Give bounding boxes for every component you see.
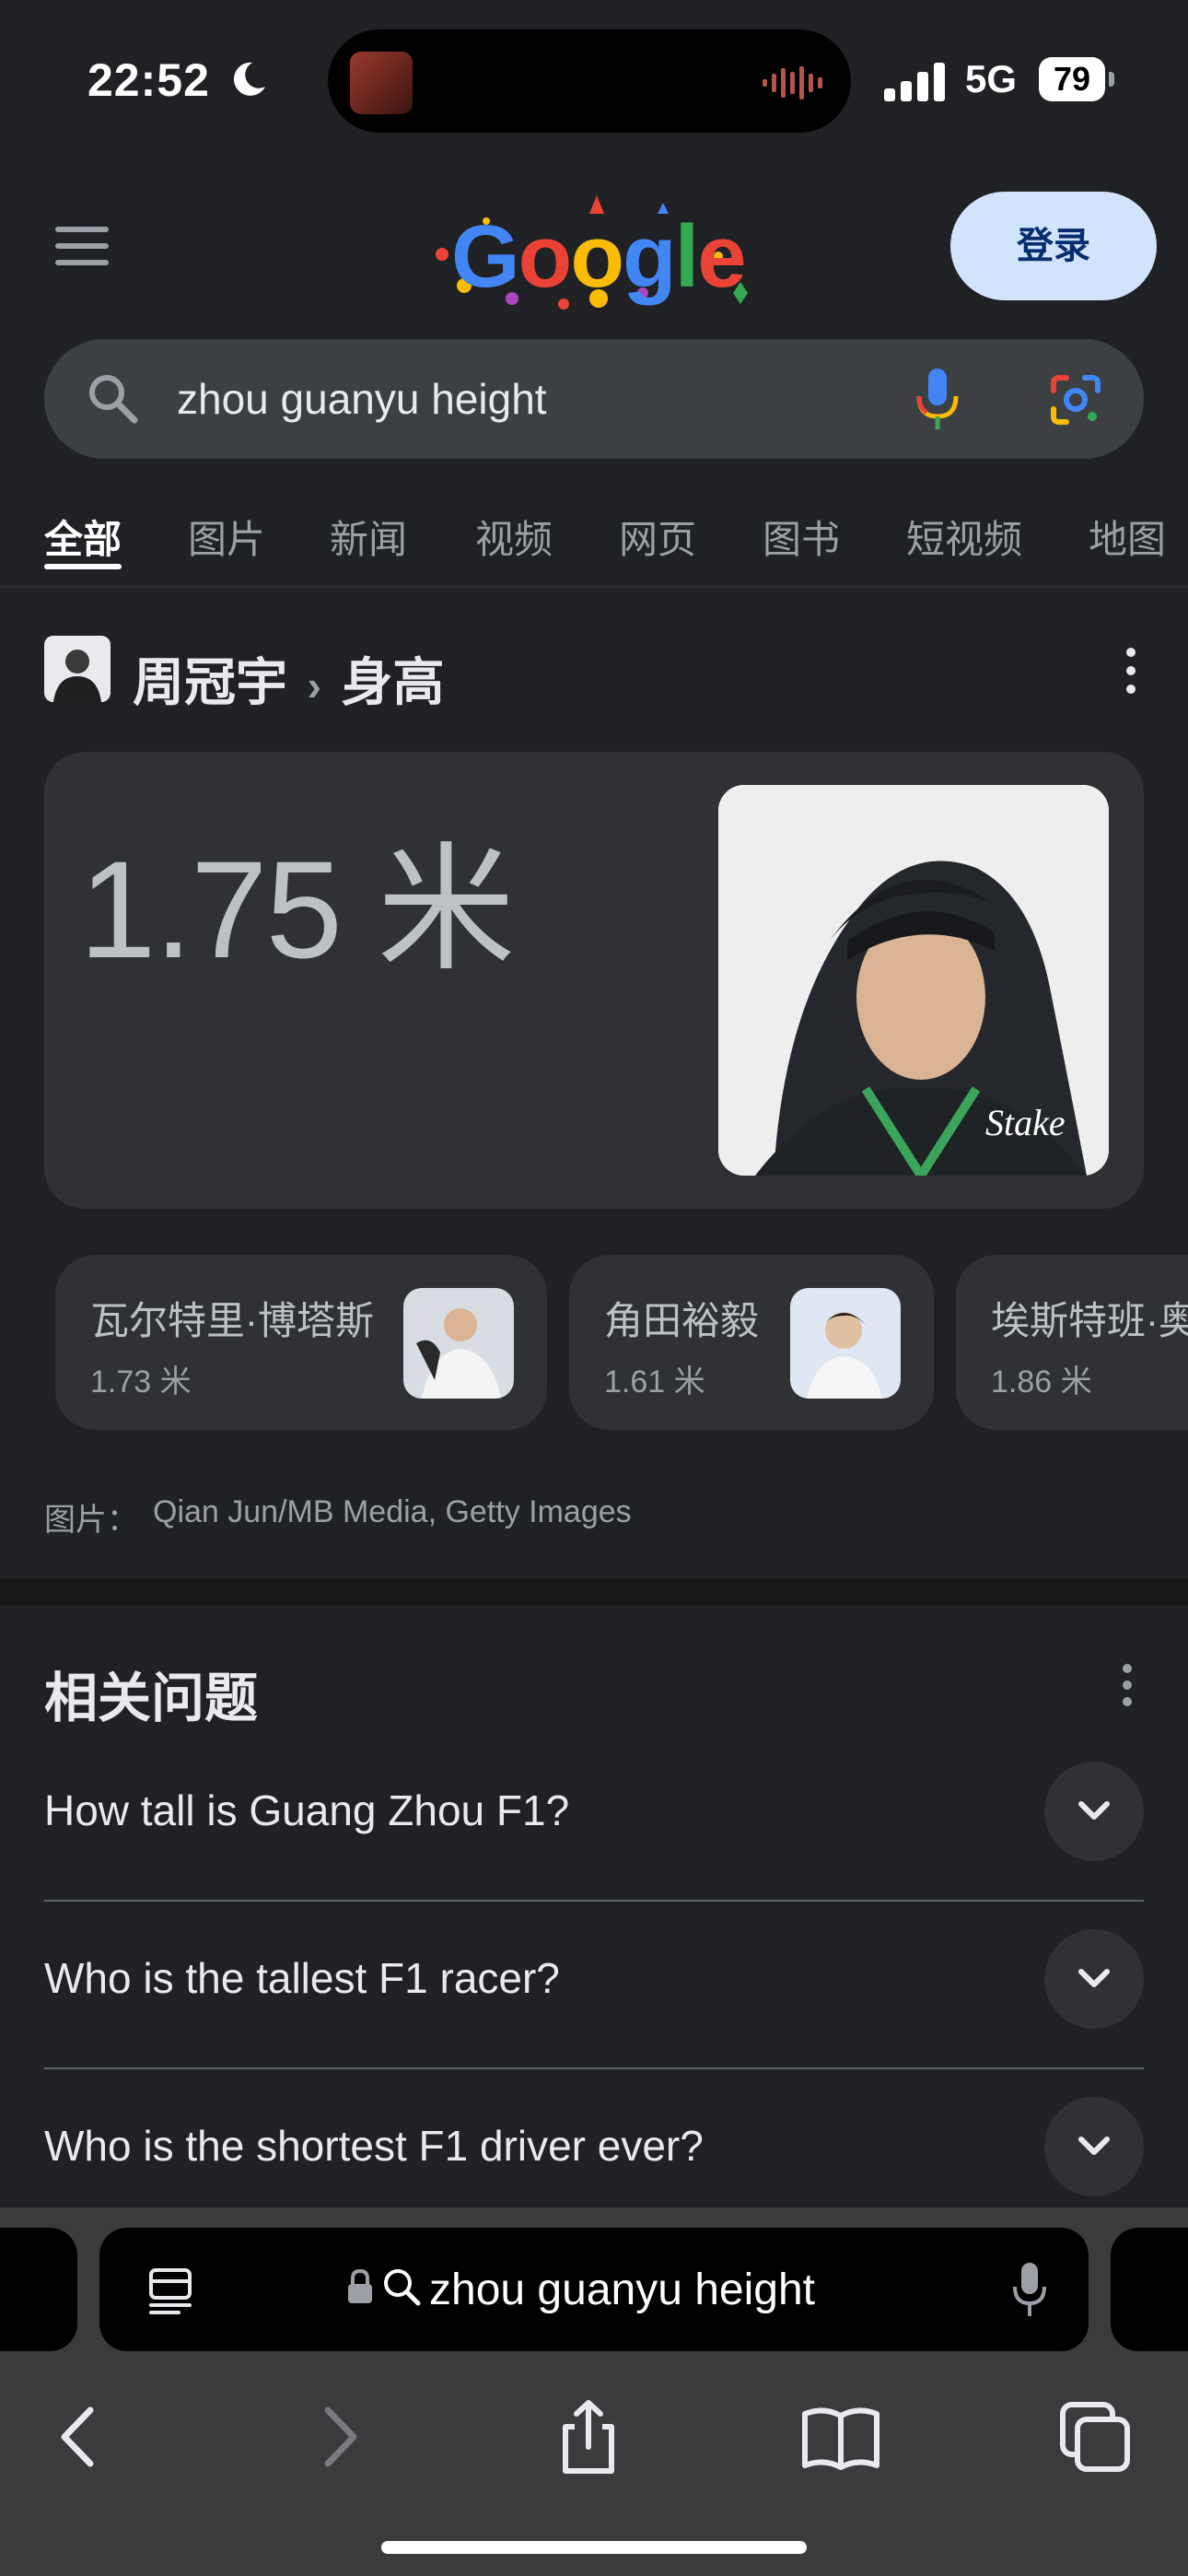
hamburger-menu-icon[interactable] [55, 227, 109, 265]
knowledge-panel-title[interactable]: 周冠宇 › 身高 [133, 641, 444, 716]
image-credit-label: 图片： [44, 1503, 138, 1538]
search-input[interactable]: zhou guanyu height [177, 374, 547, 424]
moon-icon [233, 62, 265, 96]
chevron-down-icon [1078, 2137, 1110, 2155]
related-person-name: 角田裕毅 [604, 1299, 760, 1342]
tab-short-videos[interactable]: 短视频 [906, 509, 1022, 565]
next-tab-peek[interactable] [1111, 2228, 1188, 2351]
related-person-photo [790, 1288, 901, 1399]
breadcrumb-separator: › [307, 662, 321, 709]
tab-maps[interactable]: 地图 [1089, 509, 1166, 565]
forward-icon[interactable] [297, 2395, 379, 2478]
related-person-name: 瓦尔特里·博塔斯 [90, 1299, 374, 1342]
section-divider [0, 1579, 1188, 1605]
network-type: 5G [965, 57, 1018, 100]
expand-button[interactable] [1044, 2097, 1144, 2196]
related-question-text[interactable]: Who is the shortest F1 driver ever? [44, 2121, 704, 2171]
sign-in-button[interactable]: 登录 [950, 192, 1157, 300]
lock-icon [348, 2268, 372, 2303]
home-indicator[interactable] [381, 2541, 807, 2554]
expand-button[interactable] [1044, 1929, 1144, 2029]
google-lens-icon[interactable] [1048, 372, 1103, 427]
driver-photo[interactable]: Stake [718, 785, 1109, 1176]
related-question-row[interactable]: Who is the tallest F1 racer? [44, 1902, 1144, 2069]
browser-toolbar: zhou guanyu height [0, 2207, 1188, 2576]
tab-videos[interactable]: 视频 [475, 509, 553, 565]
expand-button[interactable] [1044, 1762, 1144, 1861]
related-person-photo [403, 1288, 514, 1399]
related-question-row[interactable]: How tall is Guang Zhou F1? [44, 1734, 1144, 1902]
related-question-text[interactable]: How tall is Guang Zhou F1? [44, 1786, 569, 1835]
tab-books[interactable]: 图书 [763, 509, 840, 565]
voice-search-mic-icon[interactable] [910, 367, 965, 431]
tabs-divider [0, 586, 1188, 588]
tab-images[interactable]: 图片 [188, 509, 265, 565]
address-bar-text[interactable]: zhou guanyu height [429, 2265, 815, 2315]
related-questions-title: 相关问题 [44, 1669, 259, 1728]
chevron-down-icon [1078, 1801, 1110, 1820]
back-icon[interactable] [39, 2395, 122, 2478]
image-credit-link[interactable]: Qian Jun/MB Media, Getty Images [153, 1494, 632, 1530]
related-person-card[interactable]: 瓦尔特里·博塔斯 1.73 米 [55, 1255, 547, 1430]
dynamic-island[interactable] [328, 29, 851, 133]
search-icon [89, 375, 138, 424]
related-person-card[interactable]: 埃斯特班·奥 1.86 米 [956, 1255, 1188, 1430]
google-doodle-logo[interactable]: Google [424, 190, 774, 319]
entity-name[interactable]: 周冠宇 [133, 653, 287, 711]
height-answer: 1.75 米 [79, 832, 516, 987]
share-icon[interactable] [547, 2395, 630, 2478]
tab-news[interactable]: 新闻 [330, 509, 407, 565]
search-icon [384, 2269, 421, 2306]
battery-icon: 79 [1039, 57, 1114, 101]
related-person-name: 埃斯特班·奥 [991, 1299, 1188, 1342]
attribute-name: 身高 [341, 653, 445, 711]
page-menu-icon[interactable] [147, 2266, 193, 2316]
audio-waveform-icon [763, 66, 822, 100]
tab-all[interactable]: 全部 [44, 509, 122, 565]
signal-icon [884, 63, 945, 101]
svg-text:Stake: Stake [985, 1102, 1066, 1143]
related-person-height: 1.61 米 [604, 1364, 705, 1399]
search-box[interactable]: zhou guanyu height [44, 339, 1144, 459]
status-time: 22:52 [87, 54, 210, 106]
now-playing-artwork[interactable] [350, 52, 413, 114]
battery-level: 79 [1053, 60, 1091, 98]
related-person-card[interactable]: 角田裕毅 1.61 米 [569, 1255, 934, 1430]
related-person-height: 1.73 米 [90, 1364, 192, 1399]
chevron-down-icon [1078, 1969, 1110, 1987]
mic-icon[interactable] [1011, 2261, 1048, 2318]
tab-web[interactable]: 网页 [619, 509, 696, 565]
previous-tab-peek[interactable] [0, 2228, 77, 2351]
active-tab-indicator [44, 564, 122, 569]
entity-avatar[interactable] [44, 636, 111, 702]
related-person-height: 1.86 米 [991, 1364, 1092, 1399]
address-bar[interactable]: zhou guanyu height [99, 2228, 1089, 2351]
more-options-icon[interactable] [1122, 1662, 1133, 1708]
bookmarks-icon[interactable] [799, 2395, 882, 2478]
more-options-icon[interactable] [1125, 645, 1136, 697]
tabs-icon[interactable] [1054, 2395, 1136, 2478]
answer-card[interactable]: 1.75 米 Stake [44, 752, 1144, 1209]
related-question-text[interactable]: Who is the tallest F1 racer? [44, 1953, 560, 2003]
google-logo-text: Google [451, 207, 747, 306]
